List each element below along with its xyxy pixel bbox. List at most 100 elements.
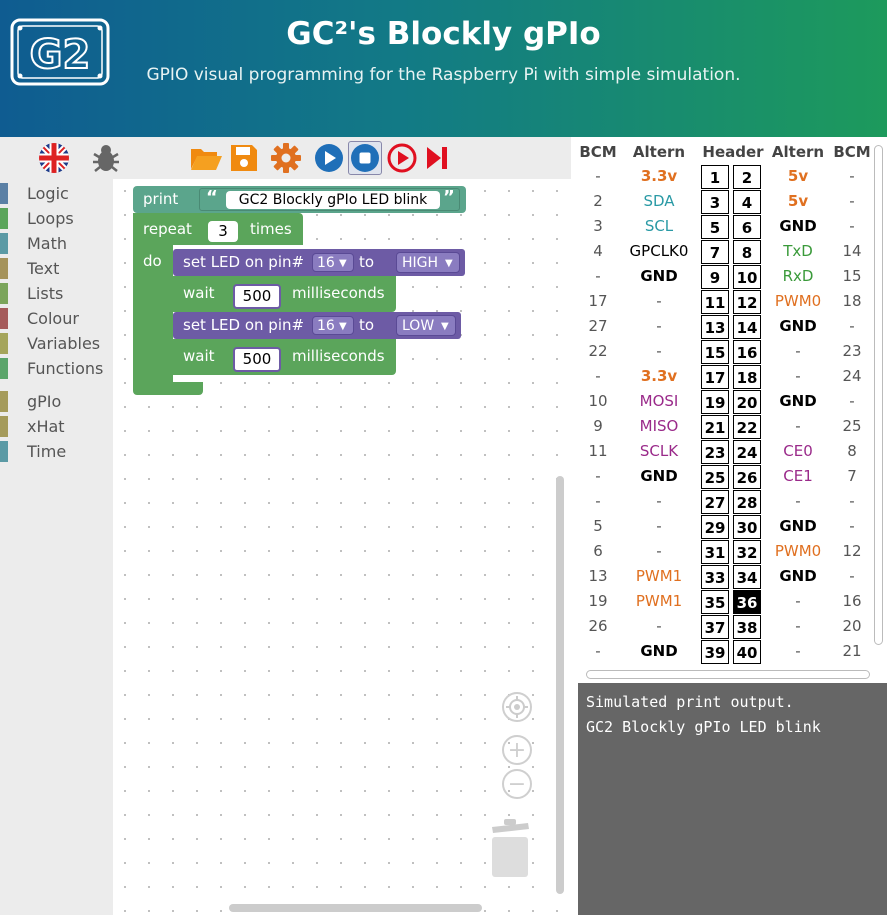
header-pin-28[interactable]: 28	[733, 490, 761, 514]
header-pin-10[interactable]: 10	[733, 265, 761, 289]
header-pin-8[interactable]: 8	[733, 240, 761, 264]
workspace-horizontal-scrollbar[interactable]	[229, 904, 482, 912]
header-pin-14[interactable]: 14	[733, 315, 761, 339]
repeat-count-field[interactable]: 3	[208, 221, 238, 242]
pin-table-horizontal-scrollbar[interactable]	[586, 670, 870, 679]
pin-table-cell: CE0	[783, 442, 813, 460]
header-pin-2[interactable]: 2	[733, 165, 761, 189]
pin-table-cell: 4	[593, 242, 603, 260]
run-play-icon[interactable]	[312, 141, 346, 175]
toolbox-category-colour[interactable]: Colour	[0, 306, 113, 331]
pin-table-cell: SCL	[644, 217, 674, 235]
header-pin-39[interactable]: 39	[701, 640, 729, 664]
toolbox-category-time[interactable]: Time	[0, 439, 113, 464]
toolbox-category-lists[interactable]: Lists	[0, 281, 113, 306]
set-led-block-1[interactable]: set LED on pin# 16 ▼ to HIGH ▼	[173, 249, 465, 276]
workspace-vertical-scrollbar[interactable]	[556, 476, 564, 894]
header-pin-9[interactable]: 9	[701, 265, 729, 289]
header-pin-17[interactable]: 17	[701, 365, 729, 389]
header-pin-32[interactable]: 32	[733, 540, 761, 564]
header-pin-34[interactable]: 34	[733, 565, 761, 589]
zoom-out-icon[interactable]: −	[502, 769, 532, 799]
toolbox-category-logic[interactable]: Logic	[0, 181, 113, 206]
pin-dropdown-2[interactable]: 16 ▼	[312, 316, 354, 335]
header-pin-18[interactable]: 18	[733, 365, 761, 389]
print-block[interactable]: print “ GC2 Blockly gPIo LED blink ”	[133, 186, 466, 213]
header-pin-20[interactable]: 20	[733, 390, 761, 414]
category-label: gPIo	[27, 392, 62, 411]
toolbox-category-xhat[interactable]: xHat	[0, 414, 113, 439]
print-text-field[interactable]: GC2 Blockly gPIo LED blink	[226, 191, 440, 209]
toolbox-category-variables[interactable]: Variables	[0, 331, 113, 356]
open-folder-icon[interactable]	[189, 141, 223, 175]
header-pin-30[interactable]: 30	[733, 515, 761, 539]
header-pin-16[interactable]: 16	[733, 340, 761, 364]
pin-table-cell: 26	[588, 617, 608, 635]
pin-table-cell: RxD	[782, 267, 814, 285]
save-disk-icon[interactable]	[227, 141, 261, 175]
pin-table-cell: -	[595, 492, 601, 510]
header-pin-6[interactable]: 6	[733, 215, 761, 239]
pin-table-cell: -	[795, 642, 801, 660]
stop-icon[interactable]	[348, 141, 382, 175]
language-uk-flag-icon[interactable]	[37, 141, 71, 175]
set-led-block-2[interactable]: set LED on pin# 16 ▼ to LOW ▼	[173, 312, 461, 339]
pin-table-cell: -	[849, 217, 855, 235]
header-pin-11[interactable]: 11	[701, 290, 729, 314]
pin-table-cell: GND	[779, 392, 817, 410]
header-pin-22[interactable]: 22	[733, 415, 761, 439]
pin-table-cell: 18	[842, 292, 862, 310]
header-pin-3[interactable]: 3	[701, 190, 729, 214]
level-dropdown-2[interactable]: LOW ▼	[396, 315, 456, 336]
pin-table-cell: 14	[842, 242, 862, 260]
header-pin-7[interactable]: 7	[701, 240, 729, 264]
pin-dropdown-1[interactable]: 16 ▼	[312, 253, 354, 272]
wait-block-2[interactable]: wait 500 milliseconds	[173, 339, 396, 375]
toolbox-category-loops[interactable]: Loops	[0, 206, 113, 231]
repeat-block[interactable]: repeat 3 times	[133, 213, 303, 245]
pin-table-cell: -	[849, 517, 855, 535]
toolbox-category-text[interactable]: Text	[0, 256, 113, 281]
header-pin-12[interactable]: 12	[733, 290, 761, 314]
toolbox-category-gpio[interactable]: gPIo	[0, 389, 113, 414]
trash-icon[interactable]	[488, 819, 532, 885]
header-pin-1[interactable]: 1	[701, 165, 729, 189]
debug-bug-icon[interactable]	[89, 141, 123, 175]
header-pin-38[interactable]: 38	[733, 615, 761, 639]
header-pin-31[interactable]: 31	[701, 540, 729, 564]
text-block[interactable]: “ GC2 Blockly gPIo LED blink ”	[199, 187, 460, 211]
wait-block-1[interactable]: wait 500 milliseconds	[173, 276, 396, 312]
pin-table-cell: PWM1	[635, 567, 683, 585]
header-pin-23[interactable]: 23	[701, 440, 729, 464]
header-pin-37[interactable]: 37	[701, 615, 729, 639]
step-icon[interactable]	[420, 141, 454, 175]
level-dropdown-1[interactable]: HIGH ▼	[396, 252, 460, 273]
header-pin-5[interactable]: 5	[701, 215, 729, 239]
header-pin-29[interactable]: 29	[701, 515, 729, 539]
wait-ms-field-1[interactable]: 500	[233, 284, 281, 309]
toolbox-category-math[interactable]: Math	[0, 231, 113, 256]
blockly-workspace[interactable]: print “ GC2 Blockly gPIo LED blink ” rep…	[113, 179, 571, 915]
pin-table-cell: MISO	[639, 417, 679, 435]
header-pin-33[interactable]: 33	[701, 565, 729, 589]
header-pin-36[interactable]: 36	[733, 590, 761, 614]
header-pin-35[interactable]: 35	[701, 590, 729, 614]
pin-table-cell: 9	[593, 417, 603, 435]
settings-gear-icon[interactable]	[269, 141, 303, 175]
zoom-in-icon[interactable]: +	[502, 735, 532, 765]
wait-ms-field-2[interactable]: 500	[233, 347, 281, 372]
header-pin-4[interactable]: 4	[733, 190, 761, 214]
header-pin-15[interactable]: 15	[701, 340, 729, 364]
header-pin-26[interactable]: 26	[733, 465, 761, 489]
run-once-icon[interactable]	[385, 141, 419, 175]
toolbox-category-functions[interactable]: Functions	[0, 356, 113, 381]
header-pin-40[interactable]: 40	[733, 640, 761, 664]
header-pin-13[interactable]: 13	[701, 315, 729, 339]
pin-table-vertical-scrollbar[interactable]	[874, 145, 883, 645]
recenter-icon[interactable]	[502, 692, 532, 722]
header-pin-25[interactable]: 25	[701, 465, 729, 489]
header-pin-21[interactable]: 21	[701, 415, 729, 439]
header-pin-27[interactable]: 27	[701, 490, 729, 514]
header-pin-19[interactable]: 19	[701, 390, 729, 414]
header-pin-24[interactable]: 24	[733, 440, 761, 464]
